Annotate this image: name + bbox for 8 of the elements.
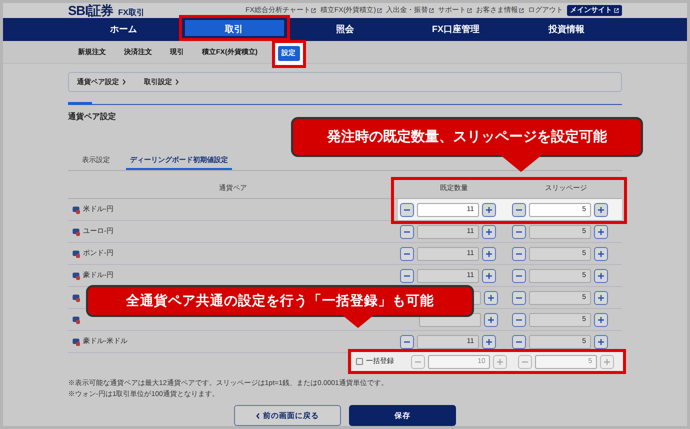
nav-tab[interactable]: FX口座管理 — [400, 18, 512, 41]
nav-tab[interactable]: 取引 — [184, 20, 284, 36]
nav-tab[interactable]: ホーム — [68, 18, 179, 41]
logo[interactable]: SBI証券 — [68, 4, 114, 18]
nav-tab[interactable]: 投資情報 — [511, 18, 622, 41]
nav-tab[interactable]: 照会 — [290, 18, 400, 41]
product-name: FX取引 — [118, 6, 144, 18]
section-heading: 通貨ペア設定 — [68, 112, 117, 122]
